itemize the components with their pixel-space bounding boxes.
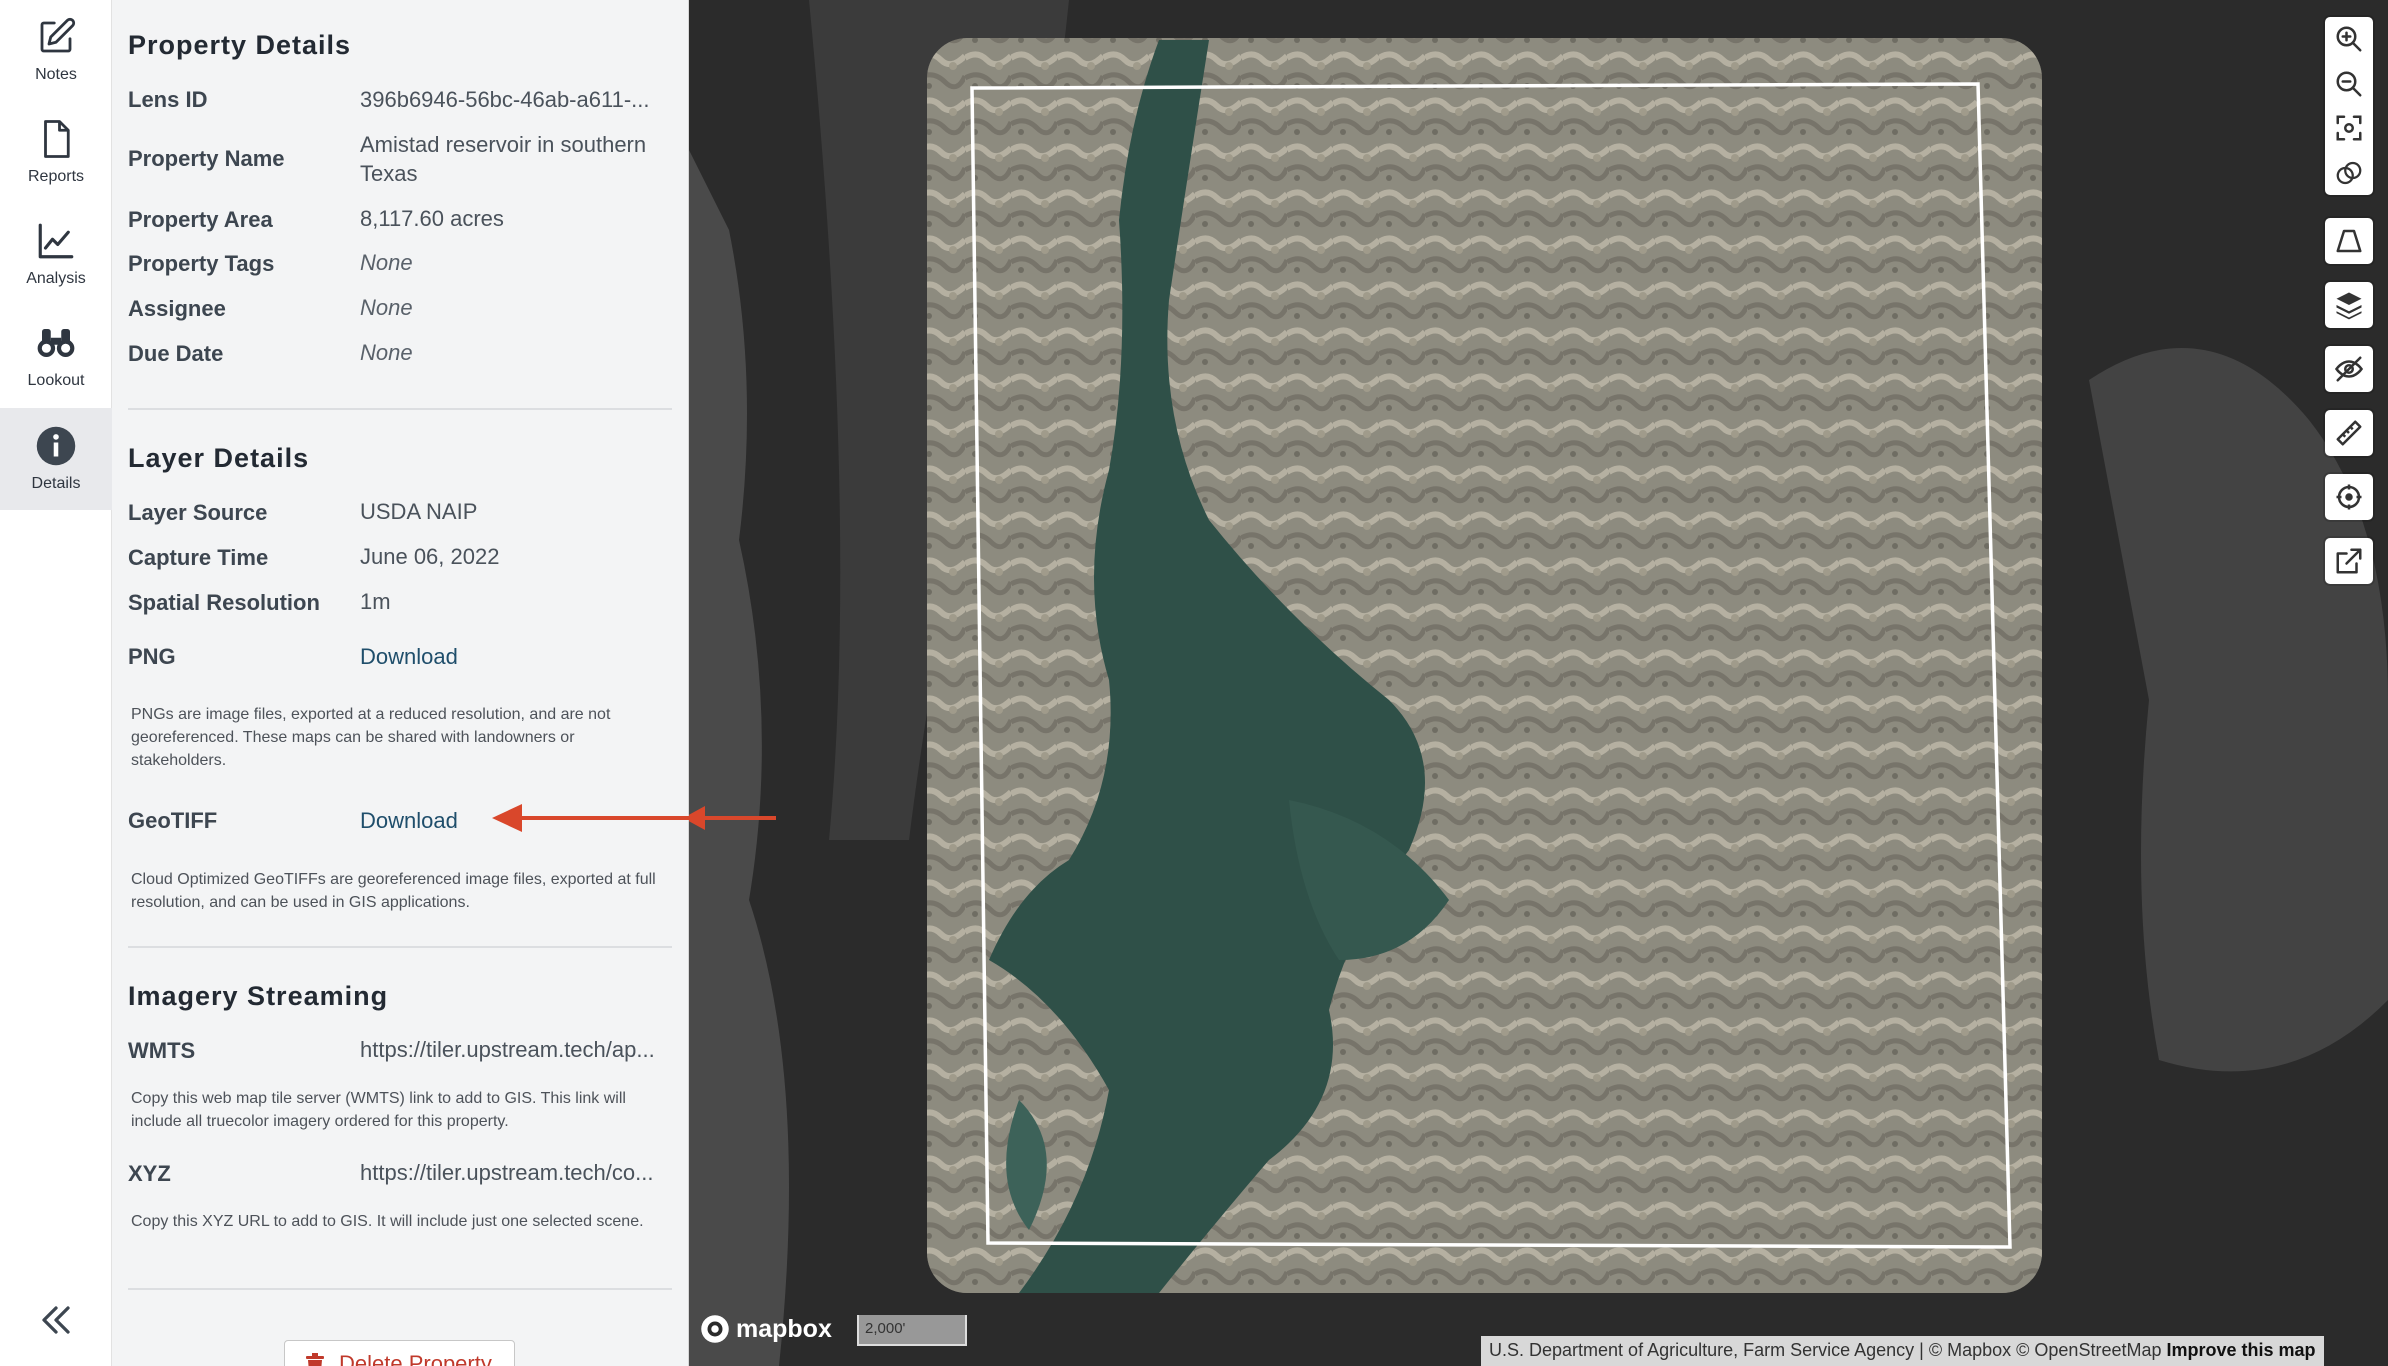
hide-overlay-icon xyxy=(2334,356,2364,382)
property-name-value: Amistad reservoir in southern Texas xyxy=(360,132,647,186)
improve-map-link[interactable]: Improve this map xyxy=(2167,1340,2316,1360)
layer-source-value: USDA NAIP xyxy=(360,499,478,524)
map-scale-bar: 2,000' xyxy=(857,1315,967,1346)
rail-item-lookout[interactable]: Lookout xyxy=(0,306,112,406)
zoom-out-icon[interactable] xyxy=(2334,69,2364,99)
document-icon xyxy=(44,120,70,158)
share-external-button[interactable] xyxy=(2325,538,2373,584)
rail-item-analysis[interactable]: Analysis xyxy=(0,204,112,304)
property-area-label: Property Area xyxy=(128,207,273,232)
map-canvas xyxy=(689,0,2388,1366)
layer-details-title: Layer Details xyxy=(128,443,310,473)
property-tags-label: Property Tags xyxy=(128,251,275,276)
wmts-note: Copy this web map tile server (WMTS) lin… xyxy=(131,1090,626,1130)
geotiff-note: Cloud Optimized GeoTIFFs are georeferenc… xyxy=(131,871,656,911)
rail-item-reports[interactable]: Reports xyxy=(0,102,112,202)
section-divider xyxy=(128,408,672,410)
spatial-resolution-label: Spatial Resolution xyxy=(128,590,320,615)
property-details-title: Property Details xyxy=(128,30,352,60)
property-name-label: Property Name xyxy=(128,146,285,171)
rail-item-notes[interactable]: Notes xyxy=(0,0,112,100)
details-panel: Property Details Lens ID 396b6946-56bc-4… xyxy=(112,0,689,1366)
due-date-label: Due Date xyxy=(128,341,224,366)
delete-property-label: Delete Property xyxy=(339,1351,492,1366)
xyz-label: XYZ xyxy=(128,1161,171,1186)
rail-label-lookout: Lookout xyxy=(27,372,85,389)
map-attribution: U.S. Department of Agriculture, Farm Ser… xyxy=(1481,1336,2324,1366)
zoom-in-icon[interactable] xyxy=(2334,24,2364,54)
measure-button[interactable] xyxy=(2325,410,2373,456)
fit-bounds-icon[interactable] xyxy=(2334,113,2364,143)
wmts-url-value[interactable]: https://tiler.upstream.tech/ap... xyxy=(360,1035,680,1064)
section-divider xyxy=(128,946,672,948)
rail-label-reports: Reports xyxy=(27,168,85,185)
line-chart-icon xyxy=(38,223,74,259)
hide-overlay-button[interactable] xyxy=(2325,346,2373,392)
rail-label-analysis: Analysis xyxy=(26,270,86,287)
rail-label-notes: Notes xyxy=(35,66,77,83)
locate-icon xyxy=(2336,484,2362,510)
xyz-note: Copy this XYZ URL to add to GIS. It will… xyxy=(131,1213,644,1230)
rail-label-details: Details xyxy=(31,475,81,492)
collapse-sidebar-button[interactable] xyxy=(30,1298,82,1342)
property-tags-value: None xyxy=(360,250,413,275)
binoculars-icon xyxy=(37,329,75,357)
png-note: PNGs are image files, exported at a redu… xyxy=(131,706,611,769)
imagery-streaming-title: Imagery Streaming xyxy=(128,981,389,1011)
draw-polygon-icon xyxy=(2336,229,2362,253)
geotiff-label: GeoTIFF xyxy=(128,808,218,833)
info-circle-icon xyxy=(36,426,76,466)
map-zoom-group xyxy=(2325,17,2373,195)
lens-id-label: Lens ID xyxy=(128,87,208,112)
capture-time-value: June 06, 2022 xyxy=(360,544,500,569)
png-label: PNG xyxy=(128,644,176,669)
section-divider xyxy=(128,1288,672,1290)
double-chevron-left-icon xyxy=(42,1306,70,1334)
mapbox-logo[interactable]: mapbox xyxy=(700,1314,832,1344)
map-view[interactable] xyxy=(689,0,2388,1366)
capture-time-label: Capture Time xyxy=(128,545,269,570)
mapbox-logo-text: mapbox xyxy=(736,1314,832,1343)
mapbox-logo-icon xyxy=(701,1315,729,1343)
xyz-url-value[interactable]: https://tiler.upstream.tech/co... xyxy=(360,1158,680,1187)
geotiff-download-link[interactable]: Download xyxy=(360,808,458,834)
compare-icon[interactable] xyxy=(2334,158,2364,188)
layers-icon xyxy=(2336,292,2362,320)
pencil-square-icon xyxy=(40,17,76,53)
share-external-icon xyxy=(2336,548,2362,574)
delete-property-button[interactable]: Delete Property xyxy=(284,1340,515,1366)
assignee-value: None xyxy=(360,295,413,320)
layer-source-label: Layer Source xyxy=(128,500,268,525)
spatial-resolution-value: 1m xyxy=(360,589,391,614)
png-download-link[interactable]: Download xyxy=(360,644,458,670)
locate-button[interactable] xyxy=(2325,474,2373,520)
property-area-value: 8,117.60 acres xyxy=(360,206,504,231)
wmts-label: WMTS xyxy=(128,1038,196,1063)
icon-rail: Notes Reports Analysis Lookout Details xyxy=(0,0,112,1366)
attribution-text: U.S. Department of Agriculture, Farm Ser… xyxy=(1489,1340,2162,1360)
trash-icon xyxy=(306,1353,324,1366)
assignee-label: Assignee xyxy=(128,296,226,321)
due-date-value: None xyxy=(360,340,413,365)
layers-button[interactable] xyxy=(2325,282,2373,328)
draw-polygon-button[interactable] xyxy=(2325,218,2373,264)
lens-id-value: 396b6946-56bc-46ab-a611-... xyxy=(360,87,650,112)
rail-item-details[interactable]: Details xyxy=(0,408,112,510)
annotation-arrow xyxy=(492,804,710,832)
measure-ruler-icon xyxy=(2336,420,2362,446)
